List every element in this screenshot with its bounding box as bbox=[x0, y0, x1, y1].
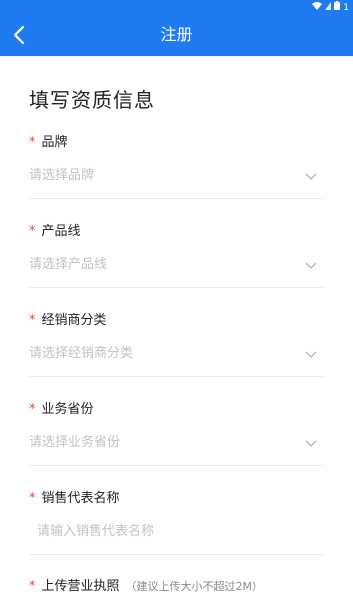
chevron-down-icon bbox=[305, 440, 317, 447]
product-line-label: * 产品线 bbox=[29, 224, 81, 239]
divider bbox=[29, 465, 326, 466]
divider bbox=[29, 554, 326, 555]
brand-select[interactable]: 请选择品牌 bbox=[29, 165, 326, 187]
sales-rep-field: * 销售代表名称 请输入销售代表名称 bbox=[29, 490, 326, 555]
brand-label: * 品牌 bbox=[29, 135, 68, 150]
dealer-category-label: * 经销商分类 bbox=[29, 313, 107, 328]
brand-field: * 品牌 请选择品牌 bbox=[29, 134, 326, 199]
chevron-down-icon bbox=[305, 173, 317, 180]
signal-icon bbox=[325, 1, 332, 14]
required-mark: * bbox=[29, 402, 36, 417]
section-title: 填写资质信息 bbox=[29, 88, 155, 112]
divider bbox=[29, 287, 326, 288]
sales-rep-label: * 销售代表名称 bbox=[29, 491, 120, 506]
dealer-category-select[interactable]: 请选择经销商分类 bbox=[29, 343, 326, 365]
chevron-down-icon bbox=[305, 262, 317, 269]
upload-hint: （建议上传大小不超过2M） bbox=[125, 580, 264, 593]
divider bbox=[29, 198, 326, 199]
status-bar: 1 bbox=[0, 0, 353, 14]
page-title: 注册 bbox=[160, 25, 193, 44]
required-mark: * bbox=[29, 491, 36, 506]
business-province-select[interactable]: 请选择业务省份 bbox=[29, 432, 326, 454]
required-mark: * bbox=[29, 313, 36, 328]
business-province-label: * 业务省份 bbox=[29, 402, 94, 417]
business-license-field: * 上传营业执照 （建议上传大小不超过2M） bbox=[29, 578, 326, 596]
dealer-category-field: * 经销商分类 请选择经销商分类 bbox=[29, 312, 326, 377]
divider bbox=[29, 376, 326, 377]
required-mark: * bbox=[29, 135, 36, 150]
nav-bar: 注册 bbox=[0, 14, 353, 56]
product-line-select[interactable]: 请选择产品线 bbox=[29, 254, 326, 276]
wifi-icon bbox=[312, 1, 323, 14]
product-line-field: * 产品线 请选择产品线 bbox=[29, 223, 326, 288]
required-mark: * bbox=[29, 224, 36, 239]
status-icons: 1 bbox=[312, 1, 349, 14]
chevron-down-icon bbox=[305, 351, 317, 358]
business-province-field: * 业务省份 请选择业务省份 bbox=[29, 401, 326, 466]
battery-label: 1 bbox=[343, 2, 349, 13]
required-mark: * bbox=[29, 579, 36, 594]
battery-icon bbox=[334, 1, 341, 14]
sales-rep-input[interactable]: 请输入销售代表名称 bbox=[29, 521, 326, 543]
business-license-label: * 上传营业执照 （建议上传大小不超过2M） bbox=[29, 579, 264, 594]
